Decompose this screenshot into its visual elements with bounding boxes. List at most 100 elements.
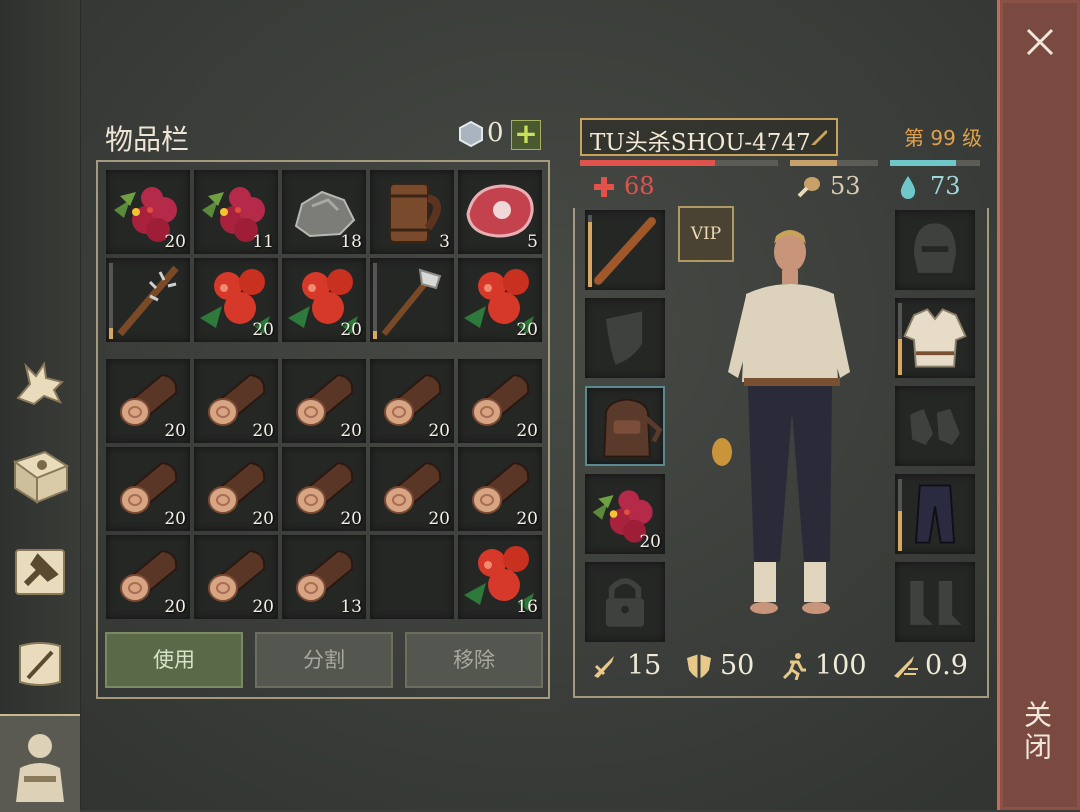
- equipment-slot[interactable]: [585, 562, 665, 642]
- close-panel[interactable]: 关闭: [997, 0, 1080, 810]
- defense-value: 50: [720, 650, 755, 681]
- durability-bar: [898, 303, 902, 375]
- water-bar: [890, 160, 980, 166]
- remove-button[interactable]: 移除: [405, 632, 543, 688]
- item-quantity: 20: [340, 509, 362, 529]
- item-quantity: 20: [428, 421, 450, 441]
- durability-bar: [898, 479, 902, 551]
- item-quantity: 20: [252, 421, 274, 441]
- inventory-slot[interactable]: 20: [106, 535, 190, 619]
- inventory-slot[interactable]: 20: [458, 258, 542, 342]
- speed-icon: [782, 653, 806, 680]
- inventory-slot[interactable]: [106, 258, 190, 342]
- equipment-slot[interactable]: [895, 474, 975, 554]
- item-quantity: 20: [516, 421, 538, 441]
- inventory-slot[interactable]: 20: [194, 447, 278, 531]
- inventory-slot[interactable]: 3: [370, 170, 454, 254]
- inventory-slot[interactable]: 20: [458, 447, 542, 531]
- inventory-slot[interactable]: 20: [194, 535, 278, 619]
- item-quantity: 20: [164, 509, 186, 529]
- item-quantity: 20: [252, 320, 274, 340]
- equipment-slot[interactable]: [585, 210, 665, 290]
- character-model: [712, 230, 850, 614]
- item-quantity: 20: [164, 421, 186, 441]
- scroll-quill-icon[interactable]: [6, 630, 74, 698]
- inventory-slot[interactable]: 11: [194, 170, 278, 254]
- add-currency-button[interactable]: +: [511, 120, 541, 150]
- equipment-slot[interactable]: [585, 386, 665, 466]
- food-value: 53: [830, 172, 861, 200]
- side-nav: [0, 0, 81, 812]
- health-value: 68: [624, 172, 655, 200]
- equipment-slot[interactable]: [895, 210, 975, 290]
- durability-bar: [373, 263, 377, 339]
- water-value: 73: [930, 172, 961, 200]
- inventory-slot[interactable]: 20: [106, 447, 190, 531]
- edit-name-icon[interactable]: [808, 126, 830, 148]
- close-button-label[interactable]: 关闭: [1020, 700, 1056, 764]
- equipment-slot[interactable]: [895, 562, 975, 642]
- player-name-box[interactable]: TU头杀SHOU-4747: [580, 118, 838, 156]
- use-button[interactable]: 使用: [105, 632, 243, 688]
- inventory-slot[interactable]: 20: [282, 359, 366, 443]
- equipment-slot[interactable]: [895, 386, 975, 466]
- item-quantity: 20: [340, 320, 362, 340]
- equipment-slot[interactable]: [895, 298, 975, 378]
- inventory-slot[interactable]: 20: [282, 447, 366, 531]
- defense-icon: [687, 654, 711, 679]
- item-quantity: 3: [439, 232, 450, 252]
- attack-icon: [594, 656, 614, 678]
- attack-speed-icon: [894, 656, 918, 678]
- durability-bar: [588, 215, 592, 287]
- equipment-slot[interactable]: 20: [585, 474, 665, 554]
- inventory-slot[interactable]: 13: [282, 535, 366, 619]
- character-icon[interactable]: [0, 714, 80, 812]
- crafting-hammer-icon[interactable]: [6, 538, 74, 606]
- water-icon: [900, 176, 916, 199]
- inventory-slot[interactable]: 20: [370, 447, 454, 531]
- sun-book-icon[interactable]: [6, 442, 74, 510]
- item-quantity: 13: [340, 597, 362, 617]
- item-quantity: 20: [252, 509, 274, 529]
- item-quantity: 20: [639, 532, 661, 552]
- food-icon: [797, 177, 820, 198]
- item-quantity: 16: [516, 597, 538, 617]
- gem-currency-icon: [459, 121, 483, 147]
- item-quantity: 20: [340, 421, 362, 441]
- item-quantity: 20: [516, 509, 538, 529]
- inventory-slot[interactable]: [370, 258, 454, 342]
- inventory-slot[interactable]: [370, 535, 454, 619]
- player-level: 第 99 级: [904, 126, 983, 150]
- item-quantity: 20: [164, 232, 186, 252]
- inventory-slot[interactable]: 5: [458, 170, 542, 254]
- inventory-slot[interactable]: 20: [282, 258, 366, 342]
- speed-value: 100: [815, 650, 867, 681]
- health-bar: [580, 160, 778, 166]
- attack-speed-value: 0.9: [925, 650, 968, 681]
- inventory-slot[interactable]: 20: [370, 359, 454, 443]
- inventory-title: 物品栏: [105, 123, 190, 156]
- item-quantity: 20: [164, 597, 186, 617]
- currency-count: 0: [487, 118, 504, 148]
- inventory-slot[interactable]: 20: [106, 170, 190, 254]
- wolf-icon[interactable]: [6, 350, 74, 418]
- item-quantity: 20: [516, 320, 538, 340]
- food-bar: [790, 160, 878, 166]
- inventory-slot[interactable]: 16: [458, 535, 542, 619]
- inventory-slot[interactable]: 20: [458, 359, 542, 443]
- inventory-slot[interactable]: 20: [194, 359, 278, 443]
- health-icon: [594, 177, 614, 197]
- item-quantity: 18: [340, 232, 362, 252]
- player-name: TU头杀SHOU-4747: [590, 130, 811, 156]
- item-quantity: 20: [252, 597, 274, 617]
- split-button[interactable]: 分割: [255, 632, 393, 688]
- item-quantity: 20: [428, 509, 450, 529]
- inventory-slot[interactable]: 20: [194, 258, 278, 342]
- item-quantity: 11: [252, 232, 274, 252]
- close-icon[interactable]: [1020, 22, 1060, 62]
- attack-value: 15: [627, 650, 662, 681]
- inventory-slot[interactable]: 18: [282, 170, 366, 254]
- durability-bar: [109, 263, 113, 339]
- inventory-slot[interactable]: 20: [106, 359, 190, 443]
- equipment-slot[interactable]: [585, 298, 665, 378]
